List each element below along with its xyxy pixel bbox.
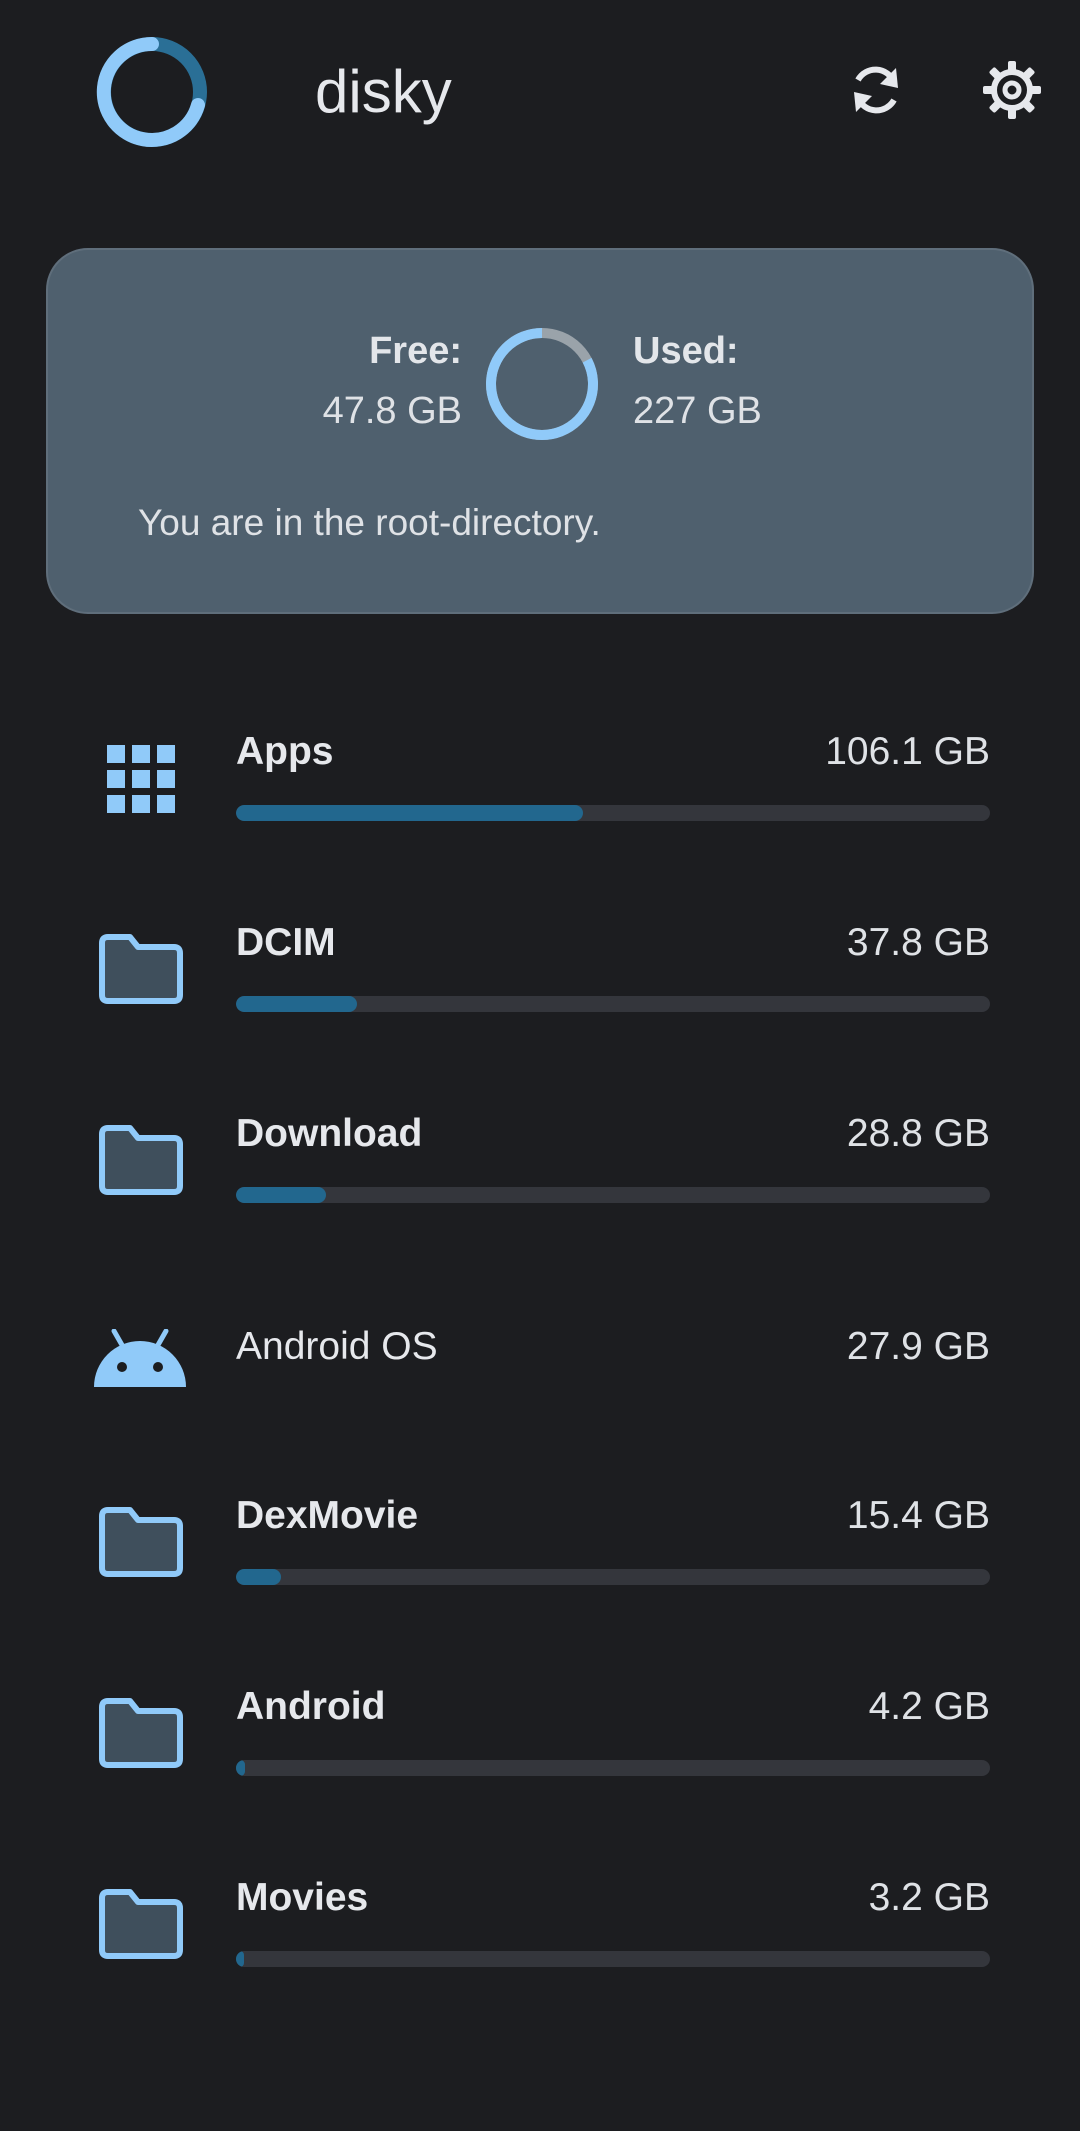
list-item[interactable]: Download 28.8 GB xyxy=(0,1082,1080,1242)
usage-bar xyxy=(236,1760,990,1776)
item-name: DCIM xyxy=(236,921,336,964)
android-icon xyxy=(92,1311,188,1407)
top-bar: disky xyxy=(0,0,1080,190)
list-item[interactable]: DCIM 37.8 GB xyxy=(0,891,1080,1051)
item-size: 106.1 GB xyxy=(825,730,990,773)
settings-button[interactable] xyxy=(972,50,1052,130)
usage-bar xyxy=(236,805,990,821)
usage-bar xyxy=(236,1187,990,1203)
free-value: 47.8 GB xyxy=(322,390,462,432)
usage-bar xyxy=(236,1951,990,1967)
list-item[interactable]: DexMovie 15.4 GB xyxy=(0,1464,1080,1624)
item-size: 3.2 GB xyxy=(868,1876,990,1919)
item-name: Apps xyxy=(236,730,334,773)
item-name: Movies xyxy=(236,1876,369,1919)
free-label: Free: xyxy=(369,330,462,372)
app-title: disky xyxy=(315,58,452,125)
list-item[interactable]: Android 4.2 GB xyxy=(0,1655,1080,1815)
usage-bar-fill xyxy=(236,1760,246,1776)
storage-summary-card: Free: 47.8 GB Used: 227 GB You are in th… xyxy=(46,248,1034,614)
refresh-icon xyxy=(854,66,898,114)
list-item[interactable]: Android OS 27.9 GB xyxy=(0,1273,1080,1433)
folder-icon xyxy=(92,1685,188,1781)
item-size: 28.8 GB xyxy=(846,1112,990,1155)
item-name: Download xyxy=(236,1112,423,1155)
folder-icon xyxy=(92,1494,188,1590)
item-name: Android xyxy=(236,1685,386,1728)
usage-bar-fill xyxy=(236,805,583,821)
usage-bar-fill xyxy=(236,996,357,1012)
folder-icon xyxy=(92,921,188,1017)
item-size: 27.9 GB xyxy=(846,1325,990,1368)
refresh-button[interactable] xyxy=(836,50,916,130)
gear-icon xyxy=(983,61,1041,119)
apps-grid-icon xyxy=(92,730,188,826)
item-size: 37.8 GB xyxy=(846,921,990,964)
usage-bar-fill xyxy=(236,1569,282,1585)
folder-icon xyxy=(92,1112,188,1208)
usage-bar-fill xyxy=(236,1951,244,1967)
item-size: 15.4 GB xyxy=(846,1494,990,1537)
list-item[interactable]: Apps 106.1 GB xyxy=(0,700,1080,860)
item-name: DexMovie xyxy=(236,1494,419,1537)
used-value: 227 GB xyxy=(633,390,762,432)
folder-icon xyxy=(92,1876,188,1972)
usage-bar xyxy=(236,1569,990,1585)
item-size: 4.2 GB xyxy=(868,1685,990,1728)
usage-donut xyxy=(486,328,598,440)
disky-logo-icon xyxy=(96,36,207,147)
list-item[interactable]: Movies 3.2 GB xyxy=(0,1846,1080,2006)
usage-bar-fill xyxy=(236,1187,327,1203)
used-label: Used: xyxy=(633,330,739,372)
usage-bar xyxy=(236,996,990,1012)
item-name: Android OS xyxy=(236,1325,438,1368)
directory-status-text: You are in the root-directory. xyxy=(138,502,601,543)
